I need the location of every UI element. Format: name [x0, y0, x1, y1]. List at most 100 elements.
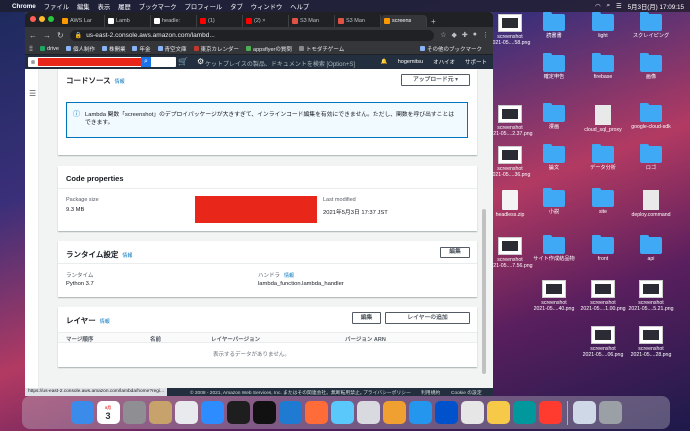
- bookmark-aozora[interactable]: 青空文庫: [157, 45, 187, 53]
- tab-aws-lambda[interactable]: AWS Lar: [59, 15, 105, 27]
- star-icon[interactable]: ☆: [440, 31, 446, 39]
- menu-window[interactable]: ウィンドウ: [251, 2, 282, 11]
- user-menu[interactable]: hogemitsu: [398, 59, 423, 65]
- desktop-item[interactable]: light: [579, 12, 627, 39]
- tab-youtube-1[interactable]: (1): [197, 15, 243, 27]
- bookmark-appsflyer[interactable]: appsflyerの質問: [246, 45, 292, 53]
- aws-search-input[interactable]: ⊗ ⌕: [28, 57, 176, 67]
- desktop-item[interactable]: screenshot 2021-05....40.png: [530, 280, 578, 312]
- forward-icon[interactable]: →: [43, 31, 51, 40]
- desktop-item[interactable]: firebase: [579, 53, 627, 80]
- desktop-item[interactable]: サイト作成結品物: [530, 235, 578, 262]
- desktop-item[interactable]: データ分析: [579, 144, 627, 171]
- desktop-item[interactable]: deploy.command: [627, 190, 675, 218]
- search-icon[interactable]: ⌕: [606, 2, 610, 10]
- desktop-item[interactable]: screenshot 2021-05....06.png: [579, 326, 627, 358]
- desktop-item[interactable]: api: [627, 235, 675, 262]
- desktop-item[interactable]: site: [579, 188, 627, 215]
- runtime-edit-button[interactable]: 編集: [440, 247, 470, 258]
- tab-s3-1[interactable]: S3 Man: [289, 15, 335, 27]
- code-source-info-link[interactable]: 情報: [115, 79, 125, 85]
- col-name[interactable]: 名前: [150, 335, 161, 343]
- menu-view[interactable]: 表示: [98, 2, 111, 11]
- desktop-item[interactable]: screenshot 2021-05....5.21.png: [627, 280, 675, 312]
- clock-datetime[interactable]: 5月3日(月) 17:09:15: [628, 2, 684, 11]
- layers-edit-button[interactable]: 編集: [352, 312, 381, 324]
- more-menu-icon[interactable]: ⋮: [482, 31, 489, 39]
- new-tab-icon[interactable]: +: [431, 17, 436, 26]
- back-icon[interactable]: ←: [29, 31, 37, 40]
- postman-icon[interactable]: [304, 401, 328, 424]
- vscode-icon[interactable]: [278, 401, 302, 424]
- bookmark-drive[interactable]: drive: [40, 46, 59, 52]
- desktop-item[interactable]: front: [579, 235, 627, 262]
- page-scrollbar-thumb[interactable]: [482, 209, 486, 374]
- bookmark-other[interactable]: その他のブックマーク: [419, 45, 482, 53]
- desktop-item[interactable]: screenshot 2021-05....58.png: [486, 14, 534, 46]
- zoom-icon[interactable]: [200, 401, 224, 424]
- calendar-icon[interactable]: 5月 3: [96, 401, 120, 424]
- handler-info-link[interactable]: 情報: [284, 273, 294, 279]
- menu-edit[interactable]: 編集: [77, 2, 90, 11]
- extension-icon[interactable]: ◆: [452, 31, 457, 39]
- zoom-window-icon[interactable]: [48, 16, 54, 22]
- desktop-item[interactable]: screenshot 2021-05....28.png: [627, 326, 675, 358]
- desktop-item[interactable]: 論文: [530, 144, 578, 171]
- cart-icon[interactable]: 🛒: [178, 57, 188, 66]
- tableplus-icon[interactable]: [382, 401, 406, 424]
- privacy-link[interactable]: プライバシーポリシー: [363, 389, 411, 396]
- cookie-settings-link[interactable]: Cookie の設定: [451, 389, 482, 396]
- menu-history[interactable]: 履歴: [118, 2, 131, 11]
- tab-headless[interactable]: headle:: [151, 15, 197, 27]
- trash-icon[interactable]: [598, 401, 622, 424]
- preview-icon[interactable]: [330, 401, 354, 424]
- finder-icon[interactable]: [70, 401, 94, 424]
- reload-icon[interactable]: ↻: [57, 31, 64, 40]
- desktop-item[interactable]: スクレイピング: [627, 12, 675, 39]
- desktop-item[interactable]: screenshot 2021-05....7.56.png: [486, 237, 534, 269]
- desktop-item[interactable]: ロゴ: [627, 144, 675, 171]
- close-window-icon[interactable]: [30, 16, 36, 22]
- menu-help[interactable]: ヘルプ: [290, 2, 309, 11]
- apps-icon[interactable]: ⣿: [29, 46, 33, 52]
- sequel-pro-icon[interactable]: [356, 401, 380, 424]
- notes-icon[interactable]: [486, 401, 510, 424]
- contacts-icon[interactable]: [148, 401, 172, 424]
- docker-icon[interactable]: [408, 401, 432, 424]
- tab-s3-2[interactable]: S3 Man: [335, 15, 381, 27]
- bookmark-tomodachi[interactable]: トモダチゲーム: [298, 45, 344, 53]
- layers-info-link[interactable]: 情報: [100, 319, 110, 325]
- clock-icon[interactable]: [538, 401, 562, 424]
- minimize-window-icon[interactable]: [39, 16, 45, 22]
- bookmark-personal[interactable]: 個人制作: [65, 45, 95, 53]
- puzzle-icon[interactable]: ✚: [462, 31, 468, 39]
- settings-gear-icon[interactable]: ⚙: [197, 57, 204, 66]
- menu-bookmarks[interactable]: ブックマーク: [139, 2, 177, 11]
- system-preferences-icon[interactable]: [122, 401, 146, 424]
- wifi-icon[interactable]: ◠: [595, 3, 601, 10]
- tab-screenshot[interactable]: screens: [381, 15, 427, 27]
- search-icon[interactable]: ⌕: [141, 57, 151, 67]
- notifications-bell-icon[interactable]: 🔔: [381, 59, 388, 65]
- clear-search-icon[interactable]: ⊗: [28, 59, 38, 66]
- arduino-icon[interactable]: [512, 401, 536, 424]
- desktop-item[interactable]: cloud_sql_proxy: [579, 105, 627, 133]
- desktop-item[interactable]: 確定申告: [530, 53, 578, 80]
- tab-youtube-2[interactable]: (2) ×: [243, 15, 289, 27]
- desktop-item[interactable]: headless.zip: [486, 190, 534, 218]
- desktop-item[interactable]: 漫画: [530, 103, 578, 130]
- desktop-item[interactable]: screenshot 2021-05....36.png: [486, 146, 534, 178]
- upload-from-button[interactable]: アップロード元 ▾: [401, 74, 470, 86]
- bookmark-tokyo-calendar[interactable]: 東京カレンダー: [193, 45, 239, 53]
- menu-file[interactable]: ファイル: [44, 2, 69, 11]
- iterm-icon[interactable]: [252, 401, 276, 424]
- col-layer-version[interactable]: レイヤーバージョン: [211, 335, 260, 343]
- control-center-icon[interactable]: ☰: [616, 3, 622, 10]
- iphone-simulator-icon[interactable]: [460, 401, 484, 424]
- desktop-item[interactable]: 小説: [530, 188, 578, 215]
- desktop-item[interactable]: google-cloud-sdk: [627, 103, 675, 130]
- menu-app-name[interactable]: Chrome: [12, 3, 36, 10]
- terms-link[interactable]: 利用規約: [421, 389, 440, 396]
- chrome-icon[interactable]: [174, 401, 198, 424]
- desktop-item[interactable]: screenshot 2021-05....2.37.png: [486, 105, 534, 137]
